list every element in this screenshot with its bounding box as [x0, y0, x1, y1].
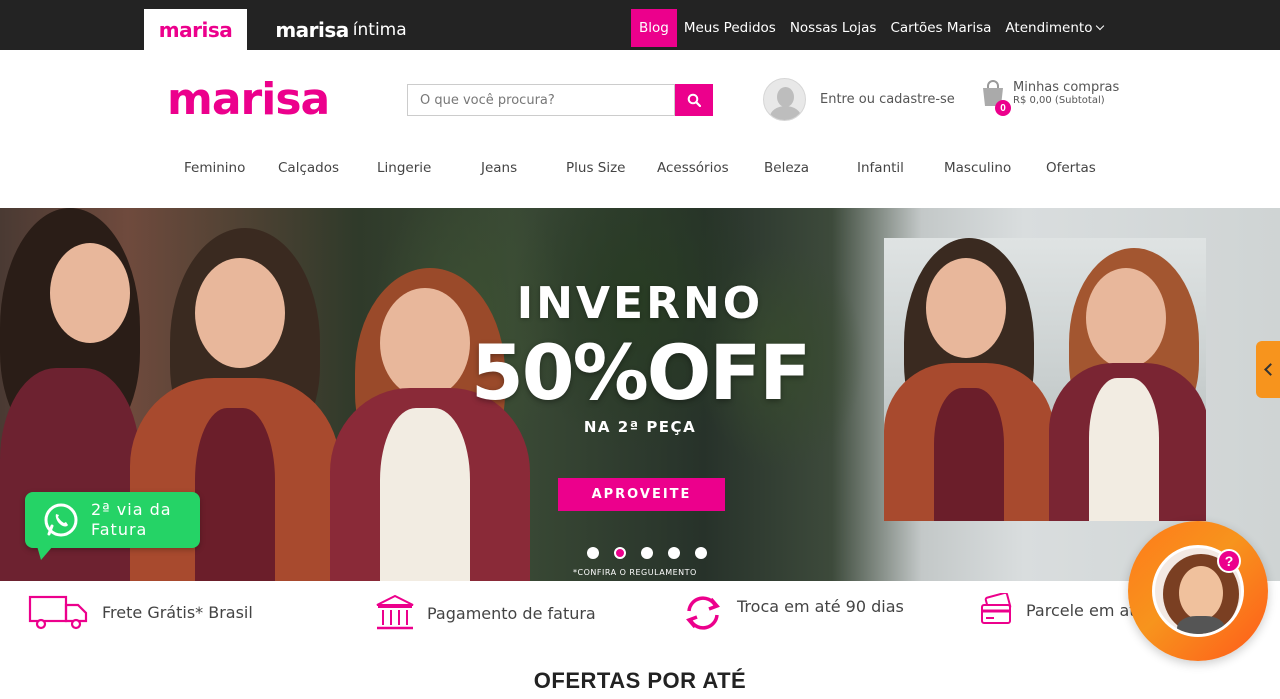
carousel-dots — [587, 547, 707, 559]
category-feminino[interactable]: Feminino — [184, 160, 245, 176]
account-link[interactable]: Entre ou cadastre-se — [763, 78, 955, 121]
search-input[interactable] — [407, 84, 675, 116]
category-ofertas[interactable]: Ofertas — [1046, 160, 1096, 176]
top-link-atendimento-label: Atendimento — [1005, 20, 1093, 36]
cart-title: Minhas compras — [1013, 80, 1120, 95]
chat-assistant-button[interactable] — [1128, 521, 1268, 661]
hero-headline: INVERNO — [516, 278, 764, 329]
user-avatar-icon — [763, 78, 806, 121]
benefit-label: Parcele em at — [1026, 600, 1136, 620]
side-panel-toggle[interactable] — [1256, 341, 1280, 398]
hero-discount: 50%OFF — [470, 328, 811, 417]
hero-promo: INVERNO 50%OFF NA 2ª PEÇA APROVEITE — [470, 278, 811, 511]
benefit-parcele[interactable]: Parcele em at — [980, 593, 1136, 627]
category-infantil[interactable]: Infantil — [857, 160, 904, 176]
section-title: OFERTAS POR ATÉ — [533, 668, 747, 693]
top-link-cartoes-marisa[interactable]: Cartões Marisa — [883, 9, 998, 47]
category-calcados[interactable]: Calçados — [278, 160, 339, 176]
category-plus-size[interactable]: Plus Size — [566, 160, 625, 176]
brand-tab-label: marisa — [275, 17, 349, 42]
whatsapp-icon — [44, 503, 78, 537]
benefit-pagamento[interactable]: Pagamento de fatura — [375, 593, 596, 633]
hero-cta-button[interactable]: APROVEITE — [558, 478, 725, 511]
carousel-dot-4[interactable] — [668, 547, 680, 559]
category-jeans[interactable]: Jeans — [481, 160, 517, 176]
category-lingerie[interactable]: Lingerie — [377, 160, 431, 176]
search-icon — [687, 93, 701, 107]
truck-icon — [28, 595, 88, 630]
top-nav: Blog Meus Pedidos Nossas Lojas Cartões M… — [631, 9, 1110, 47]
search-bar — [407, 84, 713, 116]
brand-tab-sublabel: íntima — [352, 19, 407, 40]
top-link-nossas-lojas[interactable]: Nossas Lojas — [783, 9, 884, 47]
chevron-down-icon — [1096, 21, 1105, 31]
benefit-label: Pagamento de fatura — [427, 603, 596, 623]
hero-disclaimer[interactable]: *CONFIRA O REGULAMENTO — [573, 568, 697, 577]
chevron-left-icon — [1263, 363, 1277, 376]
search-button[interactable] — [675, 84, 713, 116]
benefit-frete[interactable]: Frete Grátis* Brasil — [28, 593, 253, 631]
exchange-icon — [686, 596, 720, 630]
cart-link[interactable]: 0 Minhas compras R$ 0,00 (Subtotal) — [981, 80, 1120, 116]
account-label: Entre ou cadastre-se — [820, 92, 955, 107]
shopping-bag-icon: 0 — [981, 80, 1011, 116]
top-link-atendimento[interactable]: Atendimento — [998, 9, 1110, 47]
carousel-dot-3[interactable] — [641, 547, 653, 559]
category-nav: Feminino Calçados Lingerie Jeans Plus Si… — [0, 160, 1280, 190]
card-icon — [981, 593, 1012, 624]
benefit-troca[interactable]: Troca em até 90 dias — [681, 593, 904, 633]
category-masculino[interactable]: Masculino — [944, 160, 1011, 176]
brand-tab-marisa[interactable]: marisa — [144, 9, 247, 50]
category-beleza[interactable]: Beleza — [764, 160, 809, 176]
whatsapp-label-line2: Fatura — [91, 520, 148, 539]
site-logo[interactable]: marisa — [167, 72, 330, 128]
brand-tab-marisa-intima[interactable]: marisa íntima — [247, 9, 435, 50]
top-link-blog[interactable]: Blog — [631, 9, 677, 47]
cart-count-badge: 0 — [995, 100, 1011, 116]
bank-icon — [376, 594, 414, 630]
whatsapp-label-line1: 2ª via da — [91, 500, 172, 519]
carousel-dot-5[interactable] — [695, 547, 707, 559]
hero-subline: NA 2ª PEÇA — [583, 418, 697, 436]
hero-photo-inset — [884, 238, 1206, 521]
brand-tab-label: marisa — [158, 17, 233, 42]
top-bar: marisa marisa íntima Blog Meus Pedidos N… — [0, 0, 1280, 50]
cart-subtotal: R$ 0,00 (Subtotal) — [1013, 95, 1105, 106]
help-badge: ? — [1217, 549, 1241, 573]
benefit-label: Troca em até 90 dias — [737, 596, 904, 616]
benefit-label: Frete Grátis* Brasil — [102, 602, 253, 622]
carousel-dot-1[interactable] — [587, 547, 599, 559]
category-acessorios[interactable]: Acessórios — [657, 160, 729, 176]
carousel-dot-2[interactable] — [614, 547, 626, 559]
top-link-meus-pedidos[interactable]: Meus Pedidos — [677, 9, 783, 47]
whatsapp-fatura-button[interactable]: 2ª via da Fatura — [25, 492, 200, 560]
